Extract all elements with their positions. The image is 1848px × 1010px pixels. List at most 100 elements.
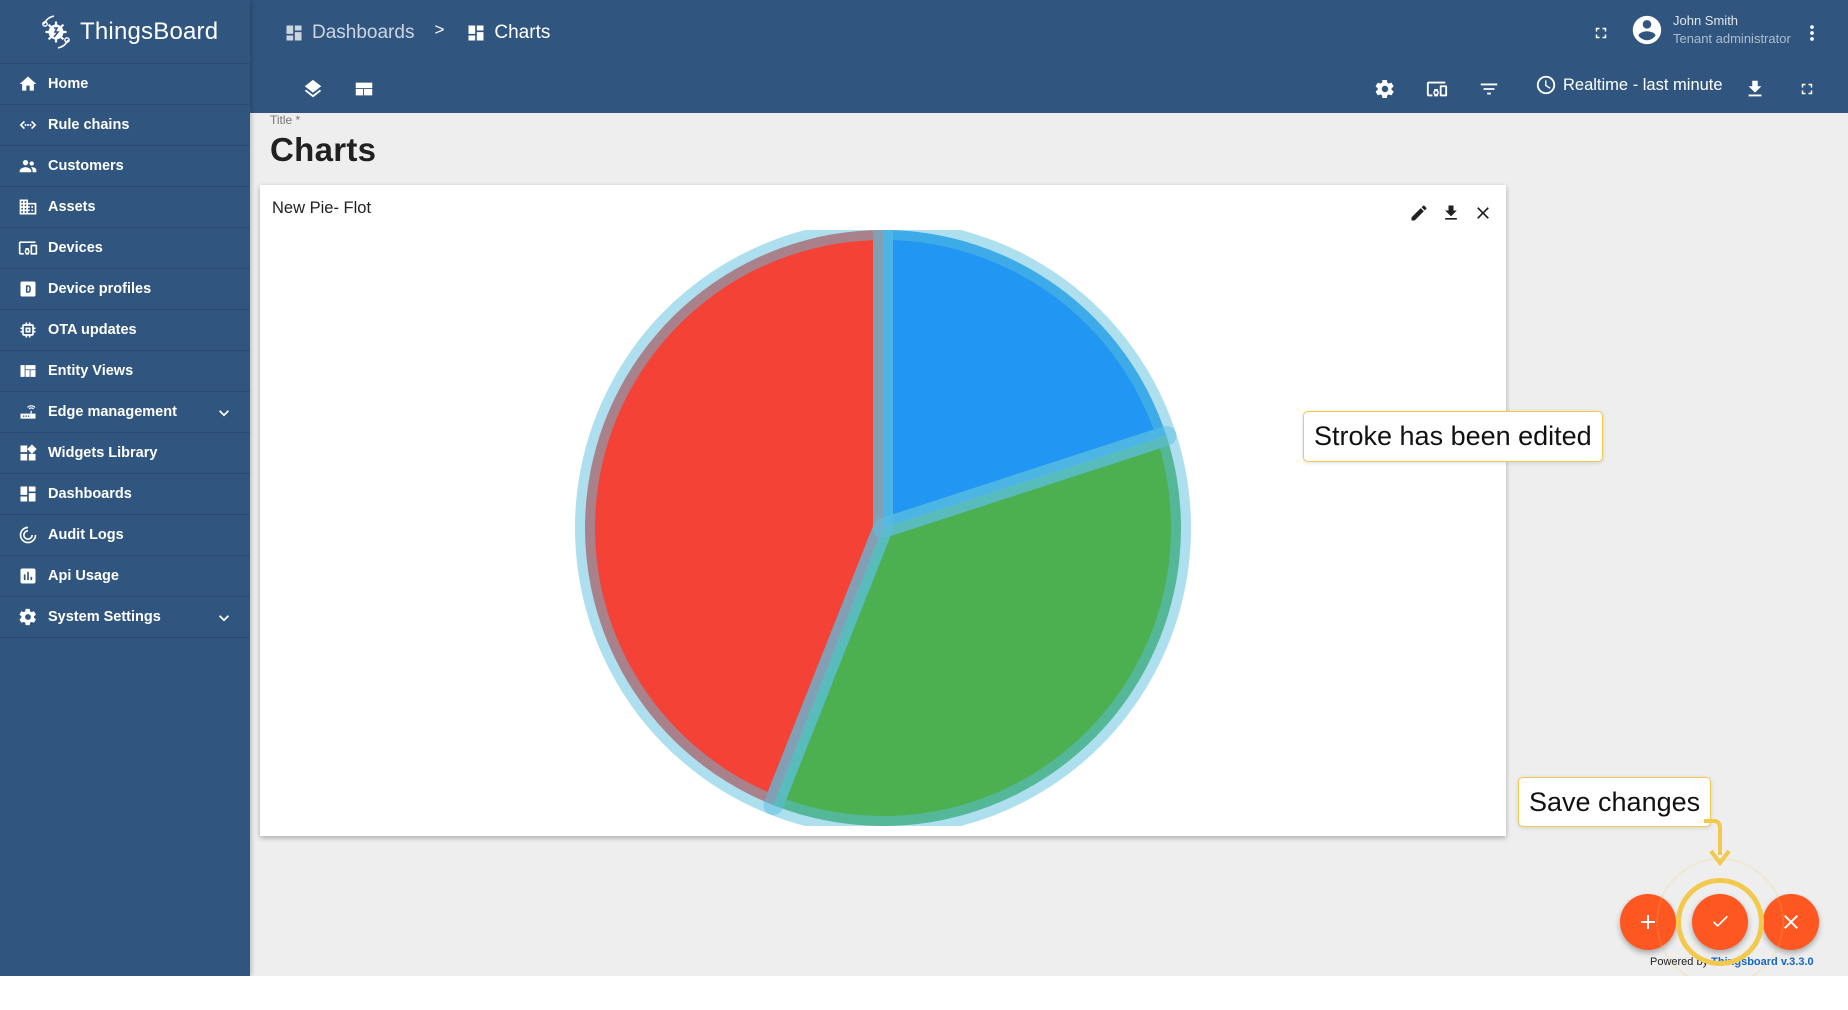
edit-widget-button[interactable] — [1407, 201, 1431, 225]
clock-icon — [1536, 75, 1556, 95]
customers-icon — [17, 155, 39, 177]
sidebar-item-ota-updates[interactable]: OTA updates — [0, 310, 250, 351]
entity-views-icon — [17, 360, 39, 382]
timewindow-label: Realtime - last minute — [1563, 75, 1723, 94]
user-name: John Smith — [1673, 13, 1739, 28]
sidebar-item-label: Widgets Library — [48, 445, 158, 461]
sidebar-item-label: Devices — [48, 240, 103, 256]
chevron-down-icon[interactable] — [214, 608, 234, 628]
sidebar-item-home[interactable]: Home — [0, 64, 250, 105]
breadcrumb-label: Dashboards — [312, 22, 415, 43]
breadcrumb: Dashboards > Charts — [284, 18, 550, 48]
rule-chains-icon — [17, 114, 39, 136]
sidebar-item-label: Rule chains — [48, 117, 130, 133]
download-icon — [1445, 205, 1457, 220]
sidebar-item-audit-logs[interactable]: Audit Logs — [0, 515, 250, 556]
gear-icon — [1375, 80, 1394, 98]
widget-title: New Pie- Flot — [272, 199, 372, 217]
sidebar-item-label: Audit Logs — [48, 527, 124, 543]
sidebar-item-api-usage[interactable]: Api Usage — [0, 556, 250, 597]
sidebar-item-edge-management[interactable]: Edge management — [0, 392, 250, 433]
pie-chart-widget[interactable]: New Pie- Flot — [260, 185, 1506, 836]
user-role: Tenant administrator — [1673, 31, 1791, 46]
sidebar-item-label: Customers — [48, 158, 124, 174]
stroke-edited-callout: Stroke has been edited — [1303, 411, 1603, 462]
user-menu[interactable]: John Smith Tenant administrator — [1630, 12, 1791, 48]
edge-management-icon — [17, 401, 39, 423]
gear-icon — [17, 606, 39, 628]
app-name: ThingsBoard — [80, 17, 219, 45]
dashboards-icon — [468, 25, 484, 41]
sidebar-item-label: OTA updates — [48, 322, 137, 338]
sidebar-item-dashboards[interactable]: Dashboards — [0, 474, 250, 515]
ota-updates-icon — [17, 319, 39, 341]
logo[interactable]: ThingsBoard — [0, 0, 250, 64]
save-changes-fab[interactable] — [1692, 894, 1748, 950]
more-menu-button[interactable] — [1797, 18, 1827, 48]
title-field-label: Title * — [270, 113, 301, 127]
sidebar-item-label: Edge management — [48, 404, 177, 420]
sidebar-item-customers[interactable]: Customers — [0, 146, 250, 187]
pie-chart — [575, 230, 1191, 826]
callout-arrow-icon — [1704, 819, 1731, 867]
audit-logs-icon — [17, 524, 39, 546]
top-toolbar: Dashboards > Charts John Smith Tenant ad… — [250, 0, 1848, 113]
sidebar-item-label: Assets — [48, 199, 96, 215]
sidebar-item-assets[interactable]: Assets — [0, 187, 250, 228]
entity-aliases-button[interactable] — [1422, 74, 1452, 104]
assets-icon — [17, 196, 39, 218]
sidebar-item-label: Device profiles — [48, 281, 152, 297]
layers-button[interactable] — [298, 74, 328, 104]
breadcrumb-dashboards[interactable]: Dashboards — [284, 22, 414, 44]
fullscreen-icon — [1801, 83, 1813, 95]
export-dashboard-button[interactable] — [1740, 74, 1770, 104]
app-root: ThingsBoard Home Rule chains Customers A… — [0, 0, 1848, 976]
thingsboard-logo-icon — [42, 14, 70, 49]
sidebar: ThingsBoard Home Rule chains Customers A… — [0, 0, 250, 976]
filter-list-icon — [1480, 83, 1498, 95]
sidebar-item-label: Dashboards — [48, 486, 132, 502]
sidebar-item-label: Api Usage — [48, 568, 119, 584]
close-icon — [1784, 915, 1798, 929]
sidebar-item-entity-views[interactable]: Entity Views — [0, 351, 250, 392]
export-widget-button[interactable] — [1439, 201, 1463, 225]
save-changes-callout: Save changes — [1518, 777, 1712, 827]
check-icon — [1712, 915, 1728, 928]
settings-button[interactable] — [1370, 74, 1400, 104]
remove-widget-button[interactable] — [1471, 201, 1495, 225]
sidebar-item-label: Entity Views — [48, 363, 134, 379]
device-profiles-icon — [17, 278, 39, 300]
widgets-library-icon — [17, 442, 39, 464]
sidebar-item-device-profiles[interactable]: Device profiles — [0, 269, 250, 310]
powered-by-label: Powered by — [1650, 956, 1712, 968]
dashboard-title[interactable]: Charts — [270, 131, 376, 169]
dashboards-icon — [17, 483, 39, 505]
version-link[interactable]: Thingsboard v.3.3.0 — [1711, 956, 1814, 968]
home-icon — [17, 73, 39, 95]
sidebar-item-rule-chains[interactable]: Rule chains — [0, 105, 250, 146]
more-vert-icon — [1810, 25, 1814, 41]
download-icon — [1748, 80, 1762, 97]
layouts-button[interactable] — [349, 74, 379, 104]
fullscreen-icon — [1595, 27, 1607, 39]
dashboard-fullscreen-button[interactable] — [1792, 74, 1822, 104]
devices-icon — [1426, 81, 1448, 97]
cancel-changes-fab[interactable] — [1763, 894, 1819, 950]
timewindow-button[interactable]: Realtime - last minute — [1535, 74, 1723, 96]
add-widget-fab[interactable] — [1620, 894, 1676, 950]
sidebar-item-widgets-library[interactable]: Widgets Library — [0, 433, 250, 474]
sidebar-item-devices[interactable]: Devices — [0, 228, 250, 269]
breadcrumb-label: Charts — [494, 22, 551, 43]
breadcrumb-separator: > — [434, 20, 445, 39]
pencil-icon — [1411, 205, 1427, 221]
chevron-down-icon[interactable] — [214, 403, 234, 423]
sidebar-item-label: Home — [48, 76, 89, 92]
api-usage-icon — [17, 565, 39, 587]
devices-icon — [17, 237, 39, 259]
sidebar-item-system-settings[interactable]: System Settings — [0, 597, 250, 638]
plus-icon — [1641, 915, 1655, 929]
close-icon — [1477, 207, 1489, 219]
dashboards-icon — [286, 25, 302, 41]
fullscreen-button[interactable] — [1586, 18, 1616, 48]
filters-button[interactable] — [1474, 74, 1504, 104]
